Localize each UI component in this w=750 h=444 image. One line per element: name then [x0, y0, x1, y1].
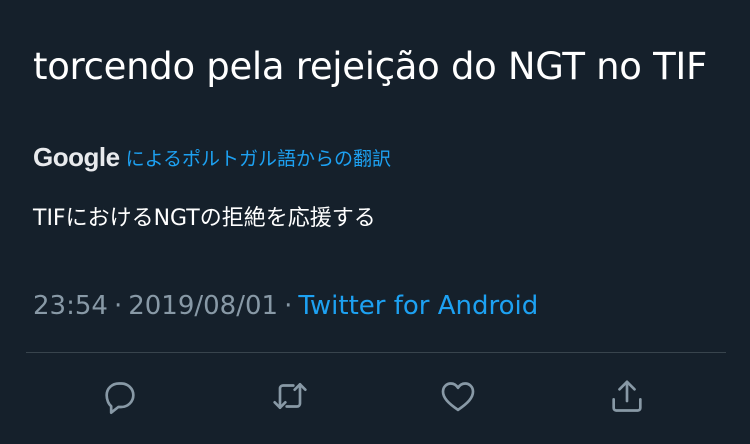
tweet-date: 2019/08/01: [128, 291, 279, 321]
tweet-meta: 23:54 · 2019/08/01 · Twitter for Android: [33, 288, 538, 324]
reply-button[interactable]: [98, 376, 142, 420]
translation-label[interactable]: によるポルトガル語からの翻訳: [126, 144, 391, 171]
meta-separator: ·: [113, 291, 123, 321]
retweet-icon: [270, 376, 310, 420]
reply-icon: [100, 376, 140, 420]
retweet-button[interactable]: [268, 376, 312, 420]
tweet-actions: [0, 370, 750, 425]
divider: [26, 352, 726, 353]
tweet-source-link[interactable]: Twitter for Android: [298, 291, 538, 321]
google-logo: Google: [33, 141, 120, 172]
meta-separator: ·: [284, 291, 293, 321]
translation-header: Google によるポルトガル語からの翻訳: [33, 140, 391, 174]
like-button[interactable]: [436, 376, 480, 420]
share-button[interactable]: [605, 376, 649, 420]
translated-text: TIFにおけるNGTの拒絶を応援する: [33, 206, 376, 231]
tweet-text: torcendo pela rejeição do NGT no TIF: [33, 45, 707, 88]
tweet-time: 23:54: [33, 291, 108, 321]
share-icon: [607, 376, 647, 420]
heart-icon: [438, 376, 478, 420]
